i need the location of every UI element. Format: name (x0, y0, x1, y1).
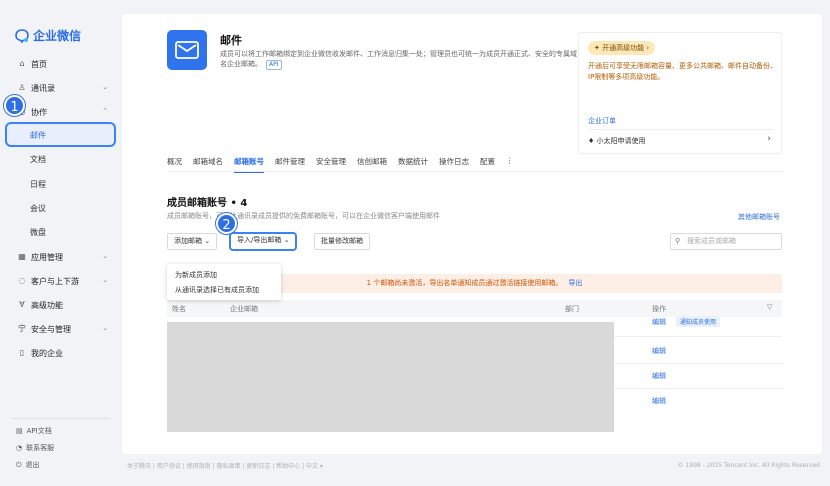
col-ops: 操作 (652, 305, 666, 313)
sidebar-subitem-calendar[interactable]: 日程 (30, 179, 46, 190)
sidebar-item-customer[interactable]: ◌ 客户与上下游 ⌄ (18, 273, 114, 289)
upgrade-tag[interactable]: ✦ 开通高级功能 › (588, 41, 656, 55)
logo-text: 企业微信 (33, 29, 82, 43)
footer-links[interactable]: 关于腾讯 | 用户协议 | 使用指南 | 隐私政策 | 更新日志 | 帮助中心 … (127, 461, 323, 470)
section-title: 成员邮箱账号 • 4 (167, 198, 248, 209)
sidebar-item-security[interactable]: 宁 安全与管理 ⌄ (18, 321, 114, 337)
add-mailbox-dropdown: 为新成员添加 从通讯录选择已有成员添加 (167, 264, 281, 300)
contacts-icon: ♙ (18, 83, 26, 92)
chevron-down-icon: ⌄ (102, 324, 108, 332)
tab-divider (167, 171, 782, 172)
promo-card: ✦ 开通高级功能 › 开通后可享受无限邮箱容量、更多公共邮箱、邮件自动备份、IP… (578, 32, 782, 154)
sidebar-logout[interactable]: ⏻ 退出 (16, 460, 40, 470)
sidebar-api-docs[interactable]: ▤ API文档 (16, 426, 52, 436)
sidebar-subitem-meeting[interactable]: 会议 (30, 203, 46, 214)
sidebar-item-home[interactable]: ⌂ 首页 (18, 56, 114, 72)
advanced-icon: ∀ (19, 300, 25, 309)
row-divider (614, 388, 782, 389)
promo-divider (588, 129, 774, 130)
edit-link[interactable]: 编辑 (652, 346, 666, 356)
sidebar-item-contacts[interactable]: ♙ 通讯录 ⌄ (18, 80, 114, 96)
filter-icon[interactable]: ▽ (767, 303, 772, 311)
sidebar-subitem-docs[interactable]: 文档 (30, 154, 46, 165)
edit-link[interactable]: 编辑 (652, 371, 666, 381)
sidebar-subitem-drive[interactable]: 微盘 (30, 227, 46, 238)
envelope-icon (175, 41, 199, 59)
copyright: © 1998 - 2025 Tencent Inc. All Rights Re… (677, 462, 820, 469)
api-tag[interactable]: API (266, 60, 282, 70)
other-accounts-link[interactable]: 其他邮箱账号 (738, 212, 780, 222)
chevron-down-icon: ⌄ (102, 83, 108, 91)
promo-description: 开通后可享受无限邮箱容量、更多公共邮箱、邮件自动备份、IP限制等多项高级功能。 (588, 62, 777, 81)
export-link[interactable]: 导出 (568, 279, 582, 287)
content-panel: 邮件 成员可以将工作邮箱绑定到企业微信收发邮件、工作消息归集一处；管理员也可统一… (122, 14, 822, 454)
sidebar-item-company[interactable]: ▯ 我的企业 (18, 345, 114, 361)
search-input[interactable]: ⚲ 搜索成员或邮箱 (670, 233, 782, 250)
company-icon: ▯ (19, 348, 25, 357)
sidebar-item-advanced[interactable]: ∀ 高级功能 (18, 297, 114, 313)
customer-icon: ◌ (18, 276, 26, 285)
search-icon: ⚲ (675, 237, 681, 245)
mail-app-icon (167, 30, 207, 70)
chevron-down-icon: ⌄ (102, 252, 108, 260)
col-email: 企业邮箱 (230, 305, 258, 313)
wecom-logo-icon (15, 28, 29, 43)
security-icon: 宁 (18, 324, 26, 333)
chevron-right-icon[interactable]: › (767, 134, 771, 144)
sidebar-active-highlight (5, 122, 116, 147)
app-description: 成员可以将工作邮箱绑定到企业微信收发邮件、工作消息归集一处；管理员也可统一为成员… (220, 50, 577, 70)
import-export-button[interactable]: 导入/导出邮箱 ⌄ (229, 232, 298, 251)
table-header: 姓名 企业邮箱 部门 操作 ▽ (167, 300, 782, 317)
main-area: 邮件 成员可以将工作邮箱绑定到企业微信收发邮件、工作消息归集一处；管理员也可统一… (122, 0, 830, 486)
edit-link[interactable]: 编辑 (652, 317, 666, 327)
step-badge-2: 2 (216, 213, 237, 234)
sidebar-subitem-mail[interactable]: 邮件 (30, 130, 46, 141)
batch-edit-button[interactable]: 批量修改邮箱 (314, 233, 370, 250)
dropdown-item-from-contacts[interactable]: 从通讯录选择已有成员添加 (175, 285, 259, 295)
sidebar-item-collab[interactable]: ◎ 协作 ⌃ (18, 104, 114, 120)
add-mailbox-button[interactable]: 添加邮箱 ⌄ (167, 233, 218, 250)
doc-icon: ▤ (16, 427, 23, 435)
edit-link[interactable]: 编辑 (652, 396, 666, 406)
bell-icon: ♦ (588, 137, 595, 145)
sidebar: 企业微信 ⌂ 首页 ♙ 通讯录 ⌄ ◎ 协作 ⌃ 邮件 文档 日程 会议 微盘 … (0, 0, 122, 486)
col-dept: 部门 (565, 305, 579, 313)
support-icon: ◔ (16, 444, 23, 452)
chevron-down-icon: ⌄ (102, 276, 108, 284)
apps-icon: ▦ (18, 252, 26, 261)
power-icon: ⏻ (16, 460, 22, 469)
sidebar-divider (12, 418, 110, 419)
redacted-table-content (167, 322, 614, 432)
sparkle-icon: ✦ (594, 44, 600, 52)
col-name: 姓名 (172, 305, 186, 313)
row-divider (614, 363, 782, 364)
row-divider (614, 336, 782, 337)
dropdown-item-new-member[interactable]: 为新成员添加 (175, 270, 217, 280)
chevron-up-icon: ⌃ (102, 107, 108, 115)
notify-member-button[interactable]: 通知成员使用 (676, 316, 721, 327)
sidebar-item-apps[interactable]: ▦ 应用管理 ⌄ (18, 249, 114, 265)
sidebar-contact-support[interactable]: ◔ 联系客服 (16, 443, 54, 453)
promo-section-title: 企业订单 (588, 117, 616, 125)
app-title: 邮件 (220, 34, 242, 47)
logo[interactable]: 企业微信 (14, 27, 81, 44)
step-badge-1: 1 (4, 95, 25, 116)
section-description: 成员邮箱账号，可以让通讯录成员提供的免费邮箱账号，可以在企业微信客户端使用邮件 (167, 212, 440, 220)
home-icon: ⌂ (19, 59, 25, 68)
promo-order-item[interactable]: ♦ 小太阳申请使用 (588, 136, 646, 146)
